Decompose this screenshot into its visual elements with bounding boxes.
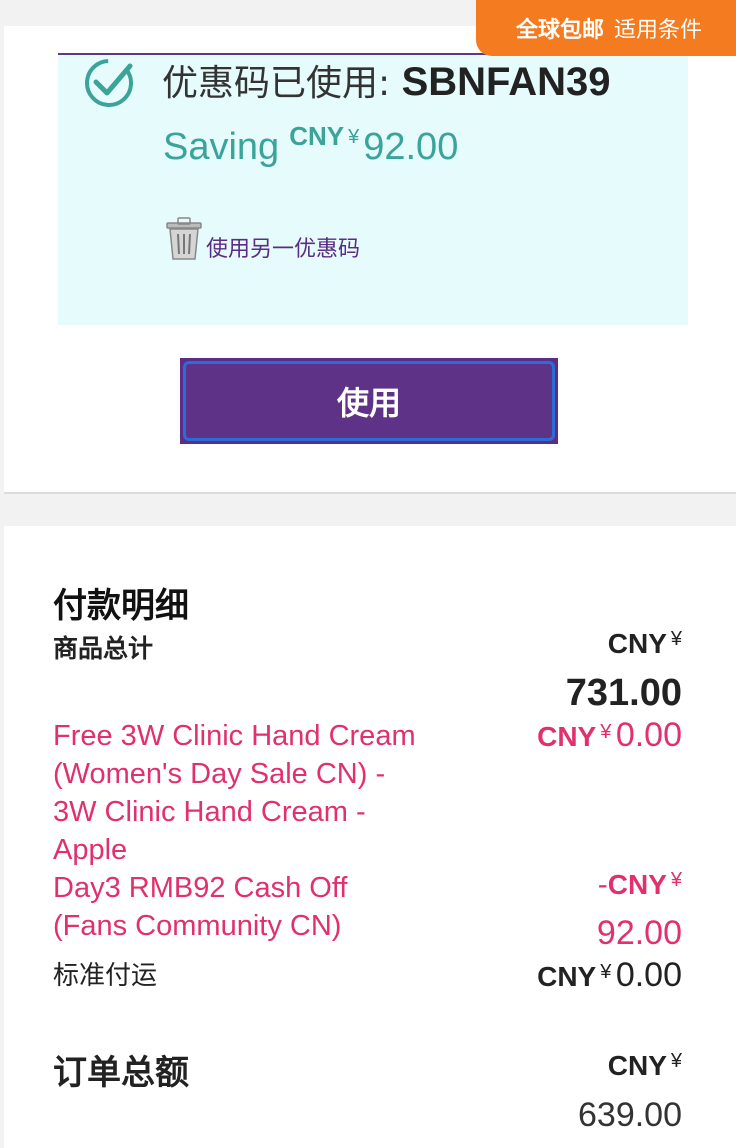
discount-sign: - (597, 868, 608, 901)
coupon-code: SBNFAN39 (401, 60, 611, 104)
coupon-applied-label: 优惠码已使用: (162, 63, 402, 104)
apply-button[interactable]: 使用 (183, 361, 555, 441)
total-amount: 639.00 (578, 1096, 682, 1134)
discount-line: Day3 RMB92 Cash Off (53, 872, 348, 904)
saving-word: Saving (163, 126, 280, 168)
gift-promo-line: Apple (53, 834, 128, 866)
shipping-label: 标准付运 (53, 961, 158, 991)
saving-yen-symbol: ¥ (348, 126, 360, 148)
shipping-terms-link[interactable]: 适用条件 (614, 12, 702, 44)
saving-amount: 92.00 (363, 126, 459, 168)
shipping-price: CNY ¥ 0.00 (537, 956, 682, 995)
gift-promo-line: Free 3W Clinic Hand Cream (53, 720, 416, 752)
total-currency-line: CNY ¥ (608, 1050, 682, 1082)
subtotal-label: 商品总计 (53, 634, 154, 663)
discount-description: Day3 RMB92 Cash Off (Fans Community CN) (53, 869, 347, 945)
subtotal-amount-line: 731.00 (566, 672, 682, 715)
subtotal-currency-line: CNY ¥ (608, 628, 682, 660)
total-amount-line: 639.00 (578, 1096, 682, 1135)
saving-currency: CNY (289, 121, 345, 151)
gift-promo-line: (Women's Day Sale CN) - (53, 758, 386, 790)
subtotal-currency: CNY (607, 628, 667, 659)
discount-yen-symbol: ¥ (670, 869, 682, 891)
gift-price: CNY ¥ 0.00 (537, 716, 682, 755)
shipping-amount: 0.00 (615, 956, 682, 994)
check-circle-icon (85, 59, 133, 107)
shipping-currency: CNY (537, 961, 597, 992)
discount-currency-line: -CNY ¥ (598, 868, 682, 902)
coupon-applied-title: 优惠码已使用: SBNFAN39 (162, 58, 611, 108)
discount-amount: 92.00 (596, 914, 682, 952)
discount-amount-line: 92.00 (597, 914, 682, 953)
shipping-yen-symbol: ¥ (600, 961, 612, 983)
gift-promo-description: Free 3W Clinic Hand Cream (Women's Day S… (53, 717, 416, 869)
discount-currency: CNY (607, 869, 667, 900)
free-shipping-label: 全球包邮 (516, 18, 605, 43)
total-currency: CNY (607, 1050, 667, 1081)
gift-yen-symbol: ¥ (600, 721, 612, 743)
coupon-saving: Saving CNY ¥92.00 (163, 121, 459, 169)
discount-line: (Fans Community CN) (53, 910, 342, 942)
free-shipping-badge[interactable]: 全球包邮 适用条件 (476, 0, 736, 56)
total-yen-symbol: ¥ (670, 1050, 682, 1072)
gift-promo-line: 3W Clinic Hand Cream - (53, 796, 366, 828)
use-another-coupon-link[interactable]: 使用另一优惠码 (206, 231, 360, 263)
gift-amount: 0.00 (615, 716, 682, 754)
subtotal-yen-symbol: ¥ (670, 628, 682, 650)
subtotal-amount: 731.00 (565, 672, 682, 714)
payment-details-heading: 付款明细 (53, 586, 189, 626)
trash-icon[interactable] (163, 216, 205, 262)
gift-currency: CNY (537, 721, 597, 752)
apply-button-frame: 使用 (180, 358, 558, 444)
order-total-label: 订单总额 (53, 1053, 189, 1093)
